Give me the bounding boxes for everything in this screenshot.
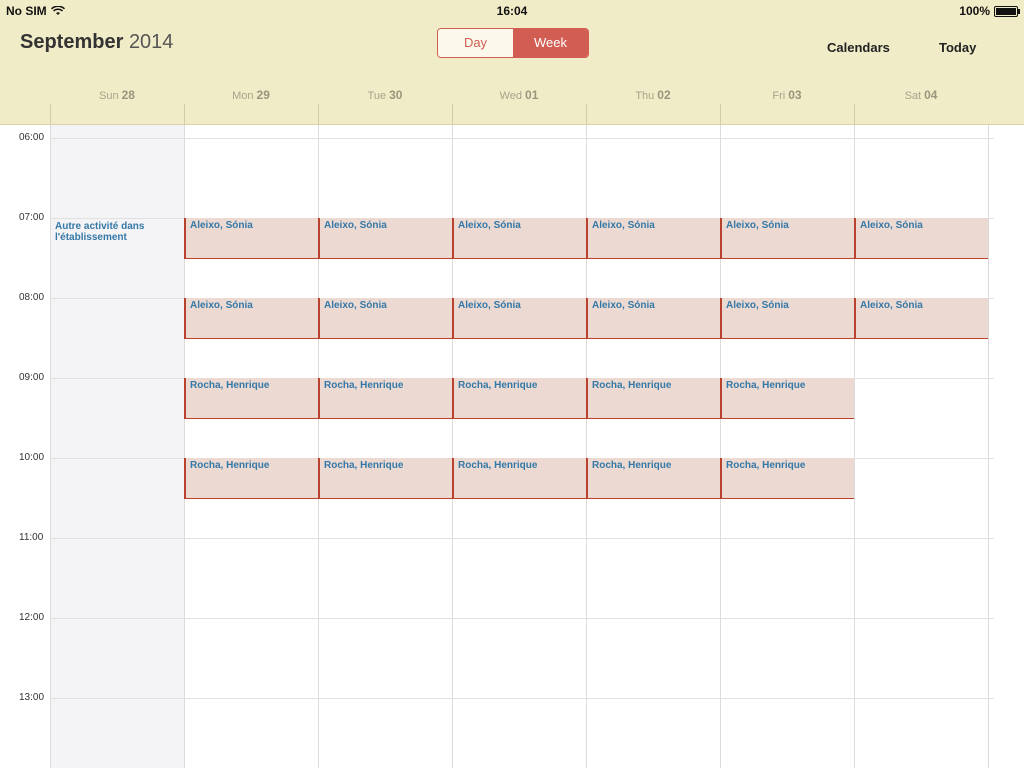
day-header-sun[interactable]: Sun 28: [50, 84, 184, 124]
day-number: 28: [121, 88, 135, 102]
event-block[interactable]: Rocha, Henrique: [318, 378, 452, 419]
event-block[interactable]: Aleixo, Sónia: [586, 218, 720, 259]
time-label: 08:00: [19, 292, 45, 303]
battery-icon: [994, 5, 1020, 17]
time-label: 07:00: [19, 212, 45, 223]
event-block[interactable]: Aleixo, Sónia: [318, 298, 452, 339]
status-time: 16:04: [496, 4, 528, 18]
day-number: 01: [525, 88, 539, 102]
sunday-event[interactable]: Autre activité dans l'établissement: [51, 219, 185, 245]
event-block[interactable]: Aleixo, Sónia: [854, 298, 988, 339]
event-block[interactable]: Rocha, Henrique: [452, 378, 586, 419]
day-header-sat[interactable]: Sat 04: [854, 84, 988, 124]
event-block[interactable]: Rocha, Henrique: [720, 458, 854, 499]
event-block[interactable]: Aleixo, Sónia: [452, 298, 586, 339]
day-number: 04: [924, 88, 938, 102]
time-label: 11:00: [19, 532, 44, 543]
day-name: Tue: [367, 90, 387, 102]
day-name: Thu: [635, 90, 655, 102]
day-name: Fri: [772, 90, 786, 102]
event-block[interactable]: Rocha, Henrique: [318, 458, 452, 499]
header-separator: [184, 104, 185, 124]
hour-line: [50, 138, 994, 139]
day-name: Sun: [99, 90, 119, 102]
today-button[interactable]: Today: [939, 40, 976, 55]
header-separator: [452, 104, 453, 124]
calendars-button[interactable]: Calendars: [827, 40, 890, 55]
month-name: September: [20, 31, 124, 53]
event-block[interactable]: Aleixo, Sónia: [318, 218, 452, 259]
week-view-button[interactable]: Week: [513, 29, 588, 57]
battery-percent: 100%: [959, 4, 990, 18]
year: 2014: [128, 31, 174, 53]
month-title: September 2014: [20, 31, 173, 54]
event-block[interactable]: Aleixo, Sónia: [720, 298, 854, 339]
day-header-thu[interactable]: Thu 02: [586, 84, 720, 124]
day-header-wed[interactable]: Wed 01: [452, 84, 586, 124]
time-label: 12:00: [19, 612, 45, 623]
day-name: Wed: [499, 90, 523, 102]
event-block[interactable]: Aleixo, Sónia: [720, 218, 854, 259]
day-number: 03: [788, 88, 802, 102]
time-label: 13:00: [19, 692, 45, 703]
event-block[interactable]: Rocha, Henrique: [184, 378, 318, 419]
day-header-mon[interactable]: Mon 29: [184, 84, 318, 124]
day-header-fri[interactable]: Fri 03: [720, 84, 854, 124]
event-block[interactable]: Aleixo, Sónia: [184, 218, 318, 259]
event-block[interactable]: Aleixo, Sónia: [184, 298, 318, 339]
event-block[interactable]: Rocha, Henrique: [184, 458, 318, 499]
day-number: 29: [256, 88, 270, 102]
hour-line: [50, 538, 994, 539]
day-name: Mon: [232, 90, 254, 102]
time-label: 06:00: [19, 132, 45, 143]
column-divider: [988, 125, 989, 768]
status-right: 100%: [959, 4, 1020, 18]
event-block[interactable]: Rocha, Henrique: [720, 378, 854, 419]
event-block[interactable]: Rocha, Henrique: [586, 378, 720, 419]
day-number: 02: [657, 88, 671, 102]
event-block[interactable]: Rocha, Henrique: [586, 458, 720, 499]
day-view-button[interactable]: Day: [438, 29, 513, 57]
calendar-header: September 2014 Day Week Calendars Today …: [0, 20, 1024, 125]
event-block[interactable]: Aleixo, Sónia: [854, 218, 988, 259]
week-grid[interactable]: Autre activité dans l'établissement 06:0…: [0, 125, 1024, 768]
view-segmented-control: Day Week: [437, 28, 589, 58]
column-divider: [50, 125, 51, 768]
time-label: 09:00: [19, 372, 45, 383]
header-separator: [586, 104, 587, 124]
event-block[interactable]: Rocha, Henrique: [452, 458, 586, 499]
hour-line: [50, 618, 994, 619]
hour-line: [50, 698, 994, 699]
header-separator: [50, 104, 51, 124]
event-block[interactable]: Aleixo, Sónia: [452, 218, 586, 259]
day-header-tue[interactable]: Tue 30: [318, 84, 452, 124]
header-separator: [854, 104, 855, 124]
header-separator: [720, 104, 721, 124]
header-separator: [318, 104, 319, 124]
day-name: Sat: [904, 90, 922, 102]
time-label: 10:00: [19, 452, 45, 463]
event-block[interactable]: Aleixo, Sónia: [586, 298, 720, 339]
day-number: 30: [389, 88, 403, 102]
status-bar: No SIM 16:04 100%: [0, 0, 1024, 20]
